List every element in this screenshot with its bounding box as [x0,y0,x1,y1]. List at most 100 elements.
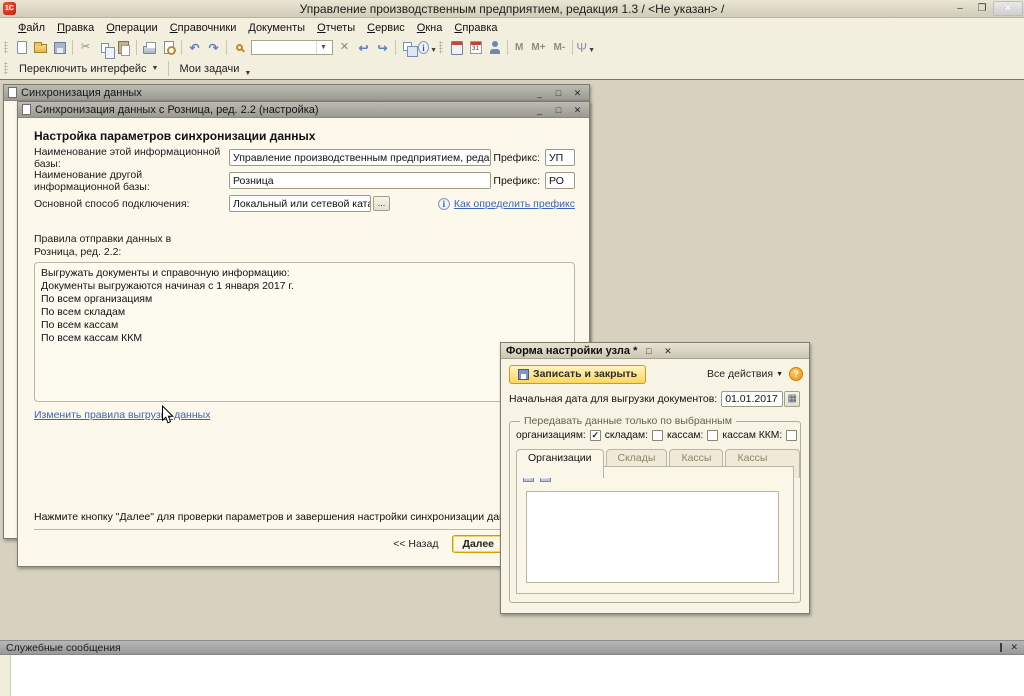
organizations-list[interactable] [526,491,779,583]
node-window-titlebar[interactable]: Форма настройки узла * □ ✕ [501,343,809,359]
save-and-close-label: Записать и закрыть [533,368,637,380]
menu-reports[interactable]: Отчеты [311,20,361,36]
window-close-button[interactable]: ✕ [570,103,585,117]
print-button[interactable] [140,39,159,56]
memory-add-button[interactable]: M+ [527,42,549,53]
prefix-other-input[interactable]: РО [545,172,575,189]
sync-window-titlebar[interactable]: Синхронизация данных _ □ ✕ [4,85,589,101]
memory-recall-button[interactable]: M [511,42,527,53]
menu-help[interactable]: Справка [448,20,503,36]
memory-subtract-button[interactable]: M- [550,42,570,53]
menu-file[interactable]: Файл [12,20,51,36]
new-document-button[interactable] [12,39,31,56]
prefix-help-link[interactable]: Как определить префикс [454,198,575,210]
calendar-picker-button[interactable]: ▦ [784,391,800,407]
close-icon[interactable]: ✕ [1010,642,1018,653]
go-forward-button[interactable]: ↪ [373,39,392,56]
my-tasks-button[interactable]: Мои задачи ▼ [172,60,258,77]
copy-button[interactable] [95,39,114,56]
go-back-button[interactable]: ↩ [354,39,373,56]
search-combobox[interactable]: ▼ [251,40,333,55]
prefix-this-input[interactable]: УП [545,149,575,166]
chevron-down-icon: ▼ [588,47,595,56]
next-button[interactable]: Далее [452,535,504,553]
window-maximize-button[interactable]: □ [551,103,566,117]
checkbox-organizations[interactable] [590,430,601,441]
pin-icon[interactable] [1000,643,1002,652]
menu-catalogs[interactable]: Справочники [164,20,243,36]
switch-interface-button[interactable]: Переключить интерфейс ▼ [12,60,165,77]
info-button[interactable]: i▼ [418,39,437,56]
clear-search-button[interactable]: ✕ [335,39,354,56]
checkbox-warehouses[interactable] [652,430,663,441]
document-icon [8,87,17,98]
open-button[interactable] [31,39,50,56]
menu-service[interactable]: Сервис [361,20,411,36]
undo-button[interactable]: ↶ [185,39,204,56]
window-maximize-button[interactable]: □ [551,86,566,100]
toolbar-grip[interactable] [4,62,8,75]
node-settings-window: Форма настройки узла * □ ✕ Записать и за… [500,342,810,614]
service-settings-button[interactable]: Ψ▼ [576,39,595,56]
window-close-button[interactable]: ✕ [660,344,675,358]
checkbox-warehouses-label: складам: [605,430,648,441]
window-minimize-button[interactable]: _ [532,86,547,100]
service-messages-title: Служебные сообщения [6,642,121,654]
transfer-groupbox: Передавать данные только по выбранным ор… [509,421,801,603]
print-preview-button[interactable] [159,39,178,56]
save-button[interactable] [50,39,69,56]
toolbar-grip[interactable] [439,41,443,54]
paste-button[interactable] [114,39,133,56]
checkbox-cashboxes[interactable] [707,430,718,441]
find-button[interactable] [230,39,249,56]
help-button[interactable]: ? [789,367,803,381]
service-messages-panel: Служебные сообщения ✕ [0,640,1024,696]
buttons-separator [34,529,577,530]
calendar-button[interactable] [466,39,485,56]
tab-organizations[interactable]: Организации [516,449,604,478]
start-date-label: Начальная дата для выгрузки документов: [509,393,717,405]
connection-browse-button[interactable]: ... [373,196,390,211]
infobase-this-input[interactable]: Управление производственным предприятием… [229,149,491,166]
app-close-button[interactable]: ✕ [993,1,1023,16]
app-restore-button[interactable]: ❐ [971,1,993,16]
menu-windows[interactable]: Окна [411,20,449,36]
infobase-other-input[interactable]: Розница [229,172,491,189]
rules-line: Выгружать документы и справочную информа… [41,267,568,280]
menu-documents[interactable]: Документы [242,20,311,36]
user-icon [489,41,501,54]
window-minimize-button[interactable]: _ [532,103,547,117]
connection-input[interactable]: Локальный или сетевой каталог [229,195,371,212]
search-input[interactable] [252,42,316,53]
node-window-title: Форма настройки узла * [506,345,637,357]
windows-icon [403,42,412,51]
service-messages-body[interactable] [0,655,1024,696]
windows-list-button[interactable] [399,39,418,56]
cut-button[interactable]: ✂ [76,39,95,56]
rules-label: Правила отправки данных в Розница, ред. … [34,233,171,259]
save-and-close-button[interactable]: Записать и закрыть [509,365,646,384]
checkbox-kkm[interactable] [786,430,797,441]
chevron-down-icon[interactable]: ▼ [316,41,330,54]
rules-line: Документы выгружаются начиная с 1 января… [41,280,568,293]
rules-textbox[interactable]: Выгружать документы и справочную информа… [34,262,575,402]
user-settings-button[interactable] [485,39,504,56]
toolbar-grip[interactable] [4,41,8,54]
app-minimize-button[interactable]: – [949,1,971,16]
back-button[interactable]: << Назад [389,536,442,552]
start-date-input[interactable]: 01.01.2017 [721,391,783,407]
service-messages-titlebar[interactable]: Служебные сообщения ✕ [0,640,1024,655]
window-close-button[interactable]: ✕ [570,86,585,100]
calculator-button[interactable] [447,39,466,56]
open-folder-icon [34,44,47,53]
window-maximize-button[interactable]: □ [641,344,656,358]
save-icon [518,369,529,380]
infobase-this-label: Наименование этой информационной базы: [34,146,229,170]
all-actions-button[interactable]: Все действия ▼ [707,368,783,380]
calendar-icon [470,41,482,54]
change-rules-link[interactable]: Изменить правила выгрузки данных [34,409,210,421]
setup-window-titlebar[interactable]: Синхронизация данных с Розница, ред. 2.2… [18,102,589,118]
redo-button[interactable]: ↷ [204,39,223,56]
menu-edit[interactable]: Правка [51,20,100,36]
menu-operations[interactable]: Операции [100,20,163,36]
